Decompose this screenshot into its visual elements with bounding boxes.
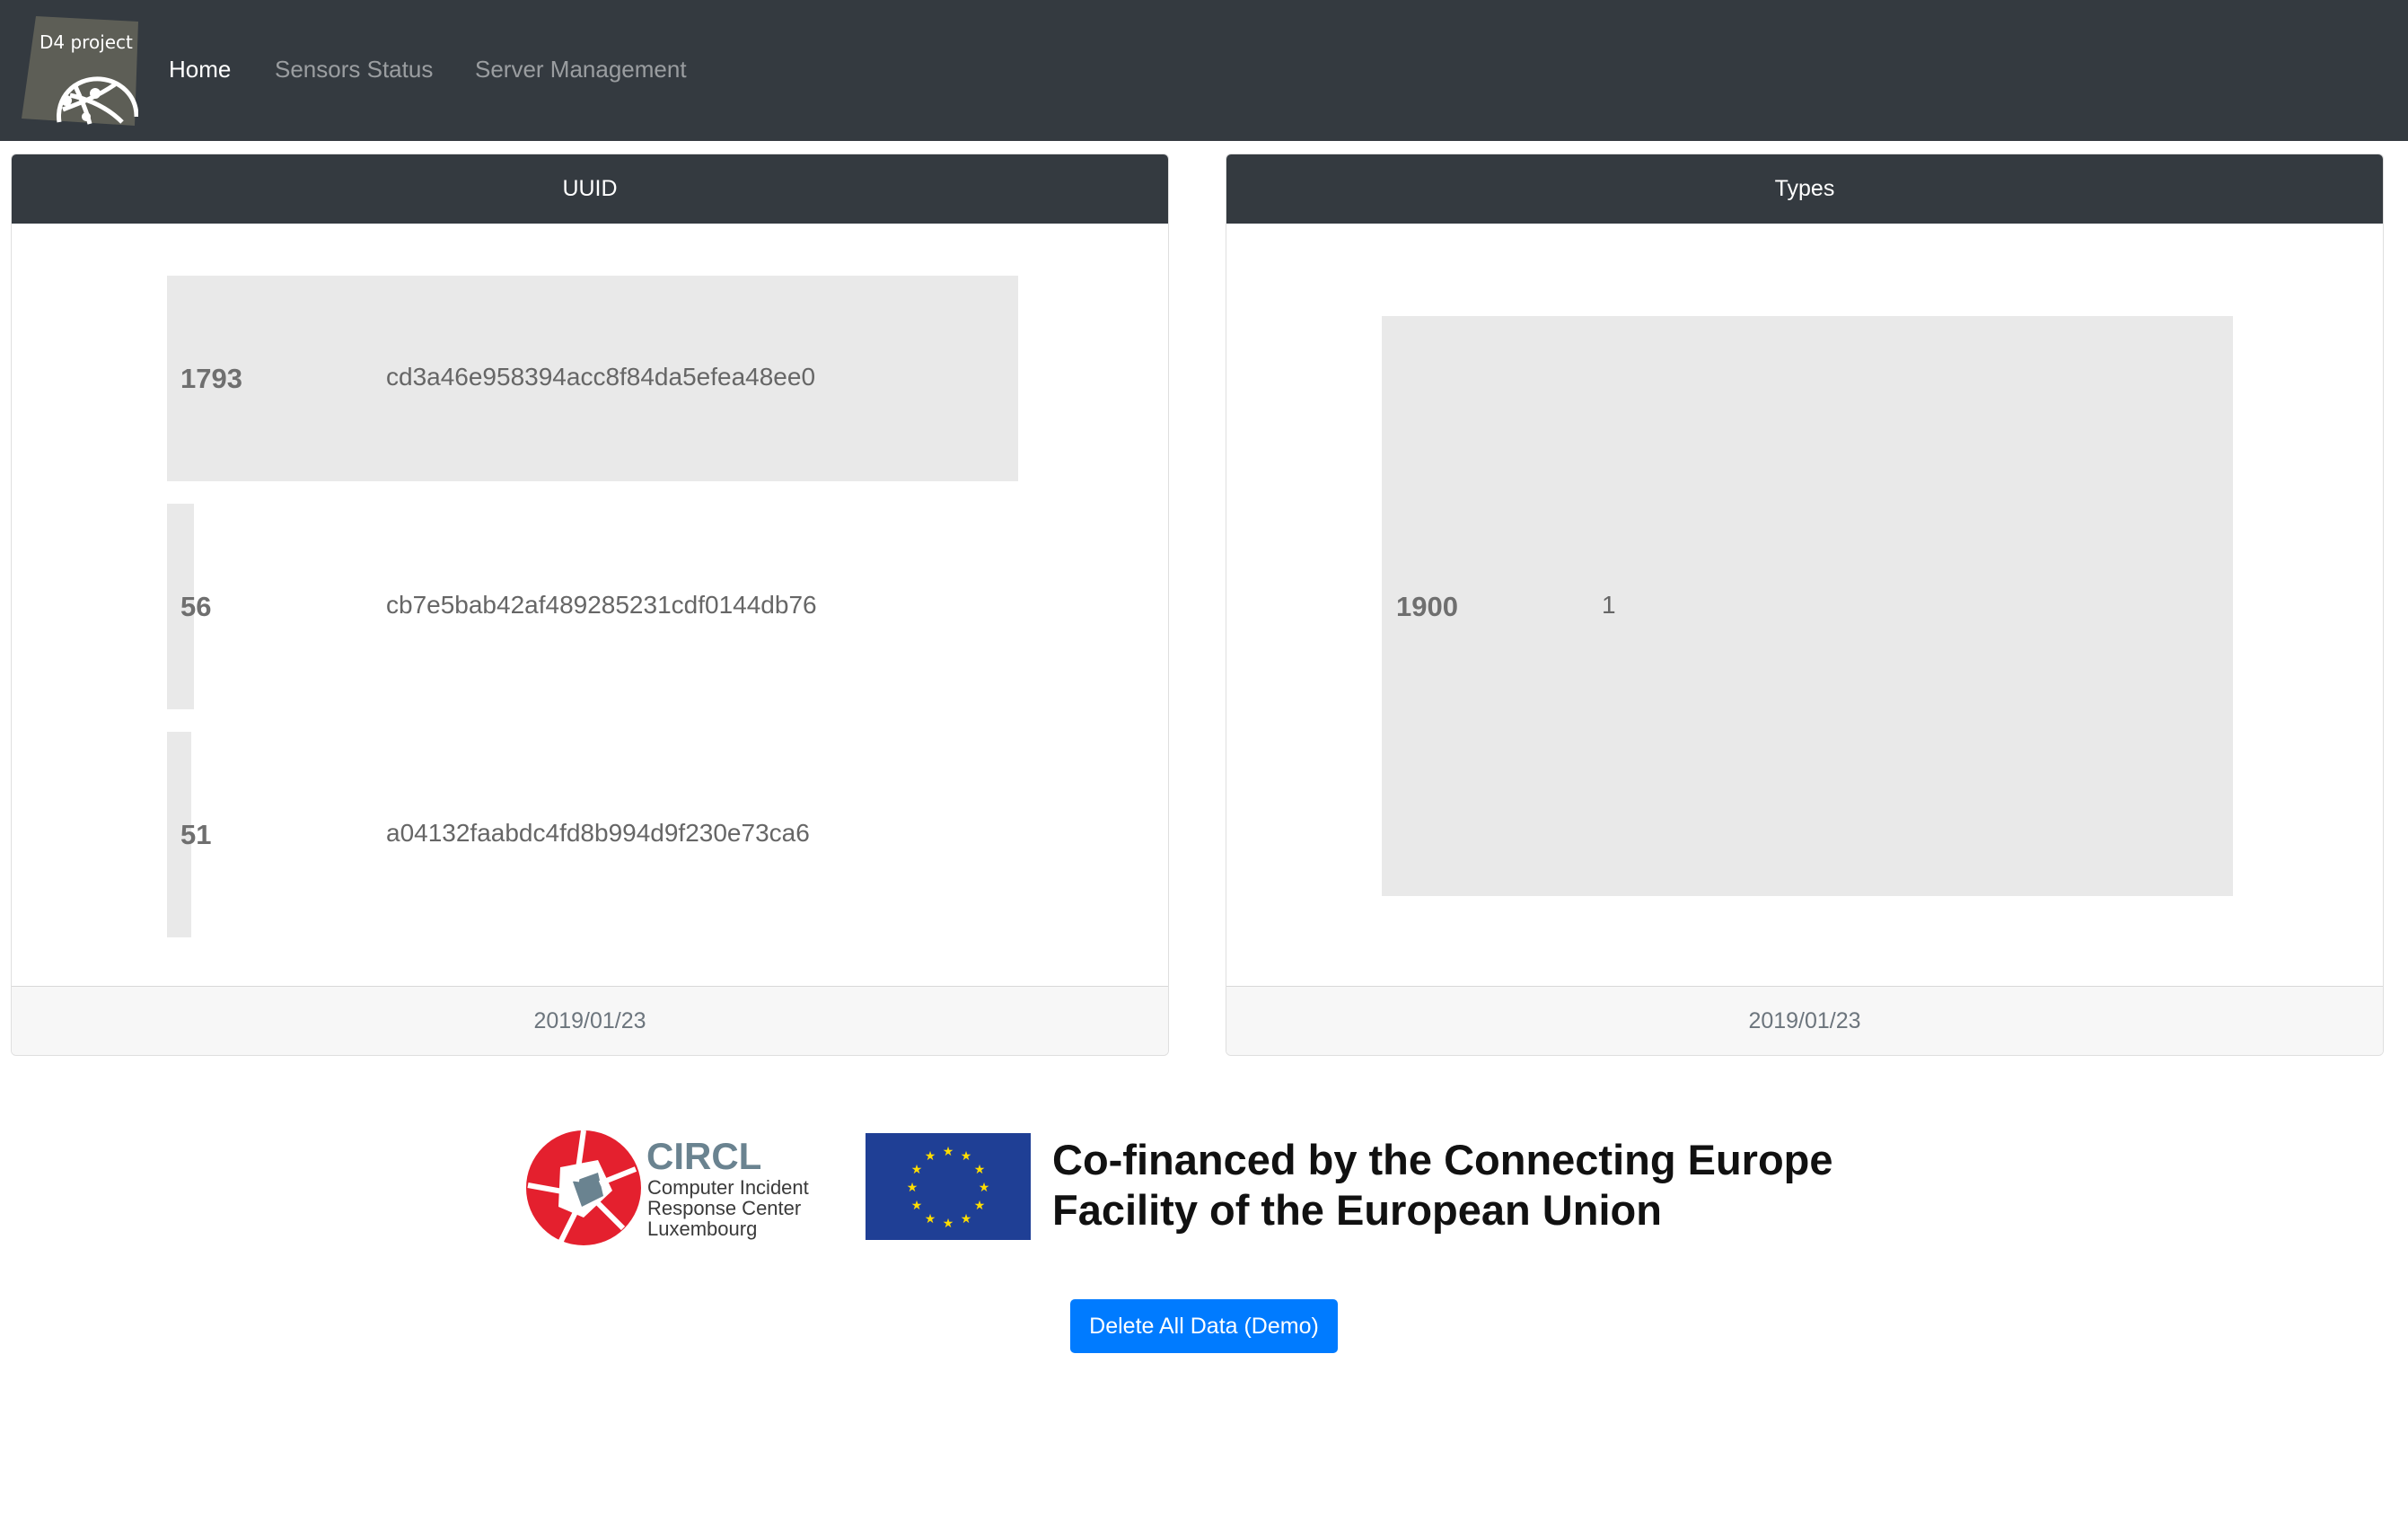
circl-logo: CIRCL Computer Incident Response Center … xyxy=(524,1128,830,1248)
svg-text:★: ★ xyxy=(925,1212,936,1226)
circl-line-1: Computer Incident xyxy=(647,1176,809,1199)
uuid-label-1[interactable]: cd3a46e958394acc8f84da5efea48ee0 xyxy=(386,363,815,391)
top-navbar: D4 project Home Sensors Status Server Ma… xyxy=(0,0,2408,141)
eu-text-line-1: Co-financed by the Connecting Europe xyxy=(1052,1136,1833,1183)
svg-text:★: ★ xyxy=(974,1199,986,1213)
svg-text:★: ★ xyxy=(974,1163,986,1177)
svg-text:★: ★ xyxy=(943,1217,954,1231)
uuid-count-3: 51 xyxy=(180,819,212,850)
uuid-card: UUID 1793 cd3a46e958394acc8f84da5efea48e… xyxy=(11,154,1169,1056)
svg-text:★: ★ xyxy=(979,1181,990,1195)
uuid-count-2: 56 xyxy=(180,591,212,622)
uuid-card-header: UUID xyxy=(12,154,1168,224)
svg-text:★: ★ xyxy=(911,1199,923,1213)
brand-text: D4 project xyxy=(40,31,133,53)
eu-stars-icon: ★ ★ ★ ★ ★ ★ ★ ★ ★ ★ ★ ★ xyxy=(907,1145,990,1231)
uuid-count-1: 1793 xyxy=(180,363,242,394)
svg-text:★: ★ xyxy=(925,1149,936,1164)
svg-text:★: ★ xyxy=(961,1212,972,1226)
eu-flag: ★ ★ ★ ★ ★ ★ ★ ★ ★ ★ ★ ★ xyxy=(866,1133,1031,1240)
uuid-card-footer: 2019/01/23 xyxy=(12,986,1168,1055)
types-card-footer: 2019/01/23 xyxy=(1226,986,2383,1055)
eu-text-line-2: Facility of the European Union xyxy=(1052,1186,1662,1234)
svg-text:★: ★ xyxy=(907,1181,918,1195)
types-count-1: 1900 xyxy=(1396,591,1458,622)
svg-text:★: ★ xyxy=(911,1163,923,1177)
eu-funding-text: Co-financed by the Connecting Europe Fac… xyxy=(1052,1135,1833,1235)
types-card: Types 1900 1 2019/01/23 xyxy=(1226,154,2384,1056)
circl-line-3: Luxembourg xyxy=(647,1218,757,1240)
types-label-1[interactable]: 1 xyxy=(1602,591,1616,620)
nav-sensors-status[interactable]: Sensors Status xyxy=(275,56,433,83)
circl-line-2: Response Center xyxy=(647,1197,801,1219)
circl-mark-icon: CIRCL Computer Incident Response Center … xyxy=(526,1130,809,1245)
types-card-header: Types xyxy=(1226,154,2383,224)
nav-home[interactable]: Home xyxy=(169,56,231,83)
d4-project-logo[interactable]: D4 project xyxy=(22,16,139,126)
delete-all-data-button[interactable]: Delete All Data (Demo) xyxy=(1070,1299,1338,1353)
circl-name: CIRCL xyxy=(646,1135,761,1177)
uuid-label-2[interactable]: cb7e5bab42af489285231cdf0144db76 xyxy=(386,591,817,620)
uuid-label-3[interactable]: a04132faabdc4fd8b994d9f230e73ca6 xyxy=(386,819,810,848)
types-bar-1 xyxy=(1382,316,2233,896)
svg-text:★: ★ xyxy=(961,1149,972,1164)
d4-logo-icon: D4 project xyxy=(22,16,139,126)
svg-text:★: ★ xyxy=(943,1145,954,1159)
nav-server-management[interactable]: Server Management xyxy=(475,56,687,83)
